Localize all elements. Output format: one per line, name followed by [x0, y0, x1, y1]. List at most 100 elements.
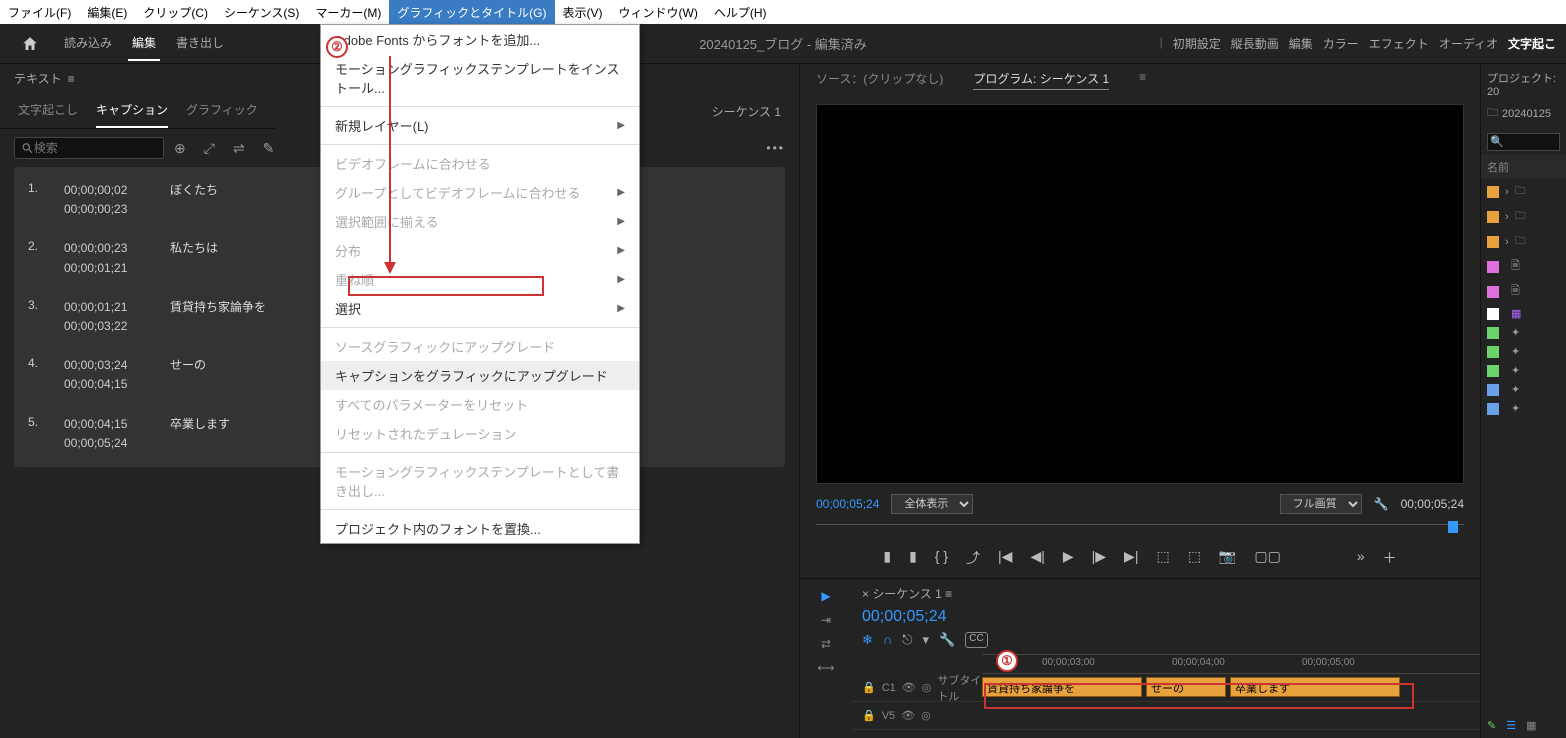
- track-c1[interactable]: 🔒 C1 👁 ◎ サブタイトル 賃貸持ち家論争を せーの 卒業します: [852, 674, 1480, 702]
- lock-icon[interactable]: 🔒: [862, 681, 876, 694]
- timeline-tab[interactable]: × シーケンス 1 ≡: [862, 587, 952, 601]
- compare-icon[interactable]: ▢▢: [1254, 548, 1280, 568]
- export-frame-icon[interactable]: ⤴: [966, 548, 980, 568]
- grid-icon[interactable]: ▦: [1526, 719, 1536, 732]
- step-fwd-icon[interactable]: |▶: [1092, 548, 1106, 568]
- sequence-icon[interactable]: ▦: [1511, 307, 1521, 320]
- file-icon[interactable]: 🗎: [1511, 282, 1520, 301]
- settings-icon[interactable]: 🔧: [939, 632, 955, 648]
- camera-icon[interactable]: 📷: [1219, 548, 1236, 568]
- edit-icon[interactable]: ✎: [263, 140, 275, 157]
- extract-icon[interactable]: ⬚: [1188, 548, 1201, 568]
- folder-icon[interactable]: 🗀: [1515, 182, 1526, 201]
- slip-icon[interactable]: ⟷: [817, 661, 834, 675]
- insert-icon[interactable]: { }: [935, 548, 948, 568]
- add-icon[interactable]: ⊕: [174, 140, 186, 157]
- timeline-tc[interactable]: 00;00;05;24: [852, 608, 1480, 632]
- menu-file[interactable]: ファイル(F): [0, 0, 79, 25]
- list-icon[interactable]: ☰: [1506, 719, 1516, 732]
- tab-graphic[interactable]: グラフィック: [186, 101, 258, 128]
- more-icon[interactable]: •••: [766, 141, 785, 155]
- home-icon[interactable]: [0, 35, 60, 53]
- menu-item[interactable]: キャプションをグラフィックにアップグレード: [321, 361, 639, 390]
- fx-icon[interactable]: ✦: [1511, 364, 1520, 377]
- selection-tool-icon[interactable]: ▶: [821, 589, 830, 603]
- fit-select[interactable]: 全体表示: [891, 494, 973, 514]
- eye-icon[interactable]: 👁: [901, 709, 915, 722]
- ws-color[interactable]: カラー: [1323, 35, 1359, 52]
- target-icon[interactable]: ◎: [922, 681, 932, 694]
- merge-icon[interactable]: ⇌: [233, 140, 245, 157]
- menu-item[interactable]: モーショングラフィックステンプレートをインストール...: [321, 54, 639, 102]
- menu-graphics-title[interactable]: グラフィックとタイトル(G): [389, 0, 554, 25]
- program-monitor[interactable]: [816, 104, 1464, 484]
- fx-icon[interactable]: ✦: [1511, 402, 1520, 415]
- pencil-icon[interactable]: ✎: [1487, 719, 1496, 732]
- file-icon[interactable]: 🗎: [1511, 257, 1520, 276]
- tab-caption[interactable]: キャプション: [96, 101, 168, 128]
- menu-clip[interactable]: クリップ(C): [135, 0, 216, 25]
- go-out-icon[interactable]: ▶|: [1124, 548, 1138, 568]
- source-label[interactable]: ソース：(クリップなし): [816, 70, 943, 90]
- menu-item[interactable]: 選択▶: [321, 294, 639, 323]
- tab-edit[interactable]: 編集: [128, 26, 160, 61]
- add-button-icon[interactable]: ＋: [1383, 548, 1397, 568]
- column-name[interactable]: 名前: [1481, 155, 1566, 179]
- magnet-icon[interactable]: ∩: [883, 632, 892, 648]
- ws-effect[interactable]: エフェクト: [1369, 35, 1429, 52]
- menu-edit[interactable]: 編集(E): [79, 0, 135, 25]
- menu-item[interactable]: Adobe Fonts からフォントを追加...: [321, 25, 639, 54]
- search-input[interactable]: [14, 137, 164, 159]
- ws-audio[interactable]: オーディオ: [1439, 35, 1498, 52]
- program-tc-left[interactable]: 00;00;05;24: [816, 497, 879, 511]
- folder-icon[interactable]: 🗀: [1515, 232, 1526, 251]
- menu-item[interactable]: プロジェクト内のフォントを置換...: [321, 514, 639, 543]
- graphics-menu[interactable]: Adobe Fonts からフォントを追加...モーショングラフィックステンプレ…: [320, 24, 640, 544]
- menu-view[interactable]: 表示(V): [555, 0, 611, 25]
- more-transport-icon[interactable]: »: [1357, 548, 1365, 568]
- timeline-ruler[interactable]: 00;00;03;00 00;00;04;00 00;00;05;00: [982, 654, 1480, 674]
- snap-icon[interactable]: ❄: [862, 632, 873, 648]
- menu-window[interactable]: ウィンドウ(W): [611, 0, 706, 25]
- track-v5[interactable]: 🔒 V5 👁 ◎: [852, 702, 1480, 730]
- marker-icon[interactable]: ▾: [923, 632, 930, 648]
- menu-item[interactable]: 新規レイヤー(L)▶: [321, 111, 639, 140]
- bin-icon[interactable]: 🗀: [1487, 104, 1498, 123]
- ws-edit[interactable]: 編集: [1289, 35, 1313, 52]
- menu-help[interactable]: ヘルプ(H): [706, 0, 775, 25]
- fx-icon[interactable]: ✦: [1511, 383, 1520, 396]
- marker-out-icon[interactable]: ▮: [909, 548, 917, 568]
- cc-icon[interactable]: CC: [965, 632, 987, 648]
- wrench-icon[interactable]: 🔧: [1374, 497, 1389, 511]
- tab-transcription[interactable]: 文字起こし: [18, 101, 78, 128]
- tab-export[interactable]: 書き出し: [172, 26, 228, 61]
- split-icon[interactable]: ⤢: [204, 140, 215, 157]
- ws-initial[interactable]: 初期設定: [1173, 35, 1221, 52]
- program-label[interactable]: プログラム: シーケンス 1: [973, 70, 1109, 90]
- program-ruler[interactable]: [816, 524, 1464, 538]
- lift-icon[interactable]: ⬚: [1156, 548, 1169, 568]
- menu-sequence[interactable]: シーケンス(S): [216, 0, 307, 25]
- menu-marker[interactable]: マーカー(M): [307, 0, 389, 25]
- step-back-icon[interactable]: ◀|: [1030, 548, 1044, 568]
- folder-icon[interactable]: 🗀: [1515, 207, 1526, 226]
- target-icon[interactable]: ◎: [921, 709, 931, 722]
- menubar[interactable]: ファイル(F) 編集(E) クリップ(C) シーケンス(S) マーカー(M) グ…: [0, 0, 1566, 24]
- link-icon[interactable]: ⎋: [902, 632, 912, 648]
- fx-icon[interactable]: ✦: [1511, 326, 1520, 339]
- clip[interactable]: 賃貸持ち家論争を: [982, 677, 1142, 697]
- play-icon[interactable]: ▶: [1063, 548, 1074, 568]
- ws-transcription[interactable]: 文字起こ: [1508, 35, 1556, 52]
- project-search[interactable]: [1487, 133, 1560, 151]
- eye-icon[interactable]: 👁: [902, 681, 916, 694]
- clip[interactable]: せーの: [1146, 677, 1226, 697]
- lock-icon[interactable]: 🔒: [862, 709, 876, 722]
- clip[interactable]: 卒業します: [1230, 677, 1400, 697]
- go-in-icon[interactable]: |◀: [998, 548, 1012, 568]
- search-field[interactable]: [34, 141, 157, 155]
- track-body-c1[interactable]: 賃貸持ち家論争を せーの 卒業します: [982, 674, 1480, 701]
- ripple-icon[interactable]: ⇄: [821, 637, 831, 651]
- fx-icon[interactable]: ✦: [1511, 345, 1520, 358]
- quality-select[interactable]: フル画質: [1280, 494, 1362, 514]
- marker-in-icon[interactable]: ▮: [883, 548, 891, 568]
